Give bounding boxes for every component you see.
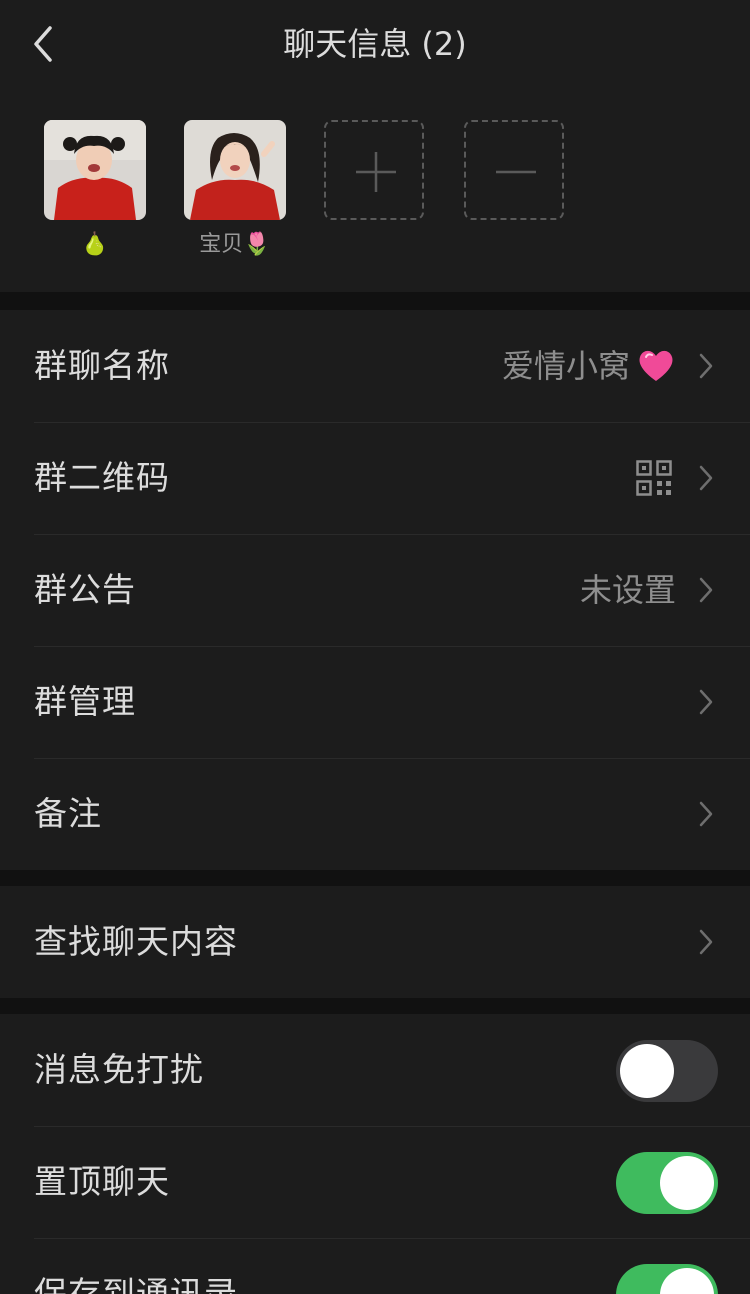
chevron-right-icon (699, 801, 713, 827)
toggle-settings-section: 消息免打扰 置顶聊天 保存到通讯录 (0, 1014, 750, 1294)
mute-row: 消息免打扰 (0, 1014, 750, 1126)
group-name-row[interactable]: 群聊名称 爱情小窝 (0, 310, 750, 422)
group-name-text: 爱情小窝 (501, 347, 630, 385)
pin-toggle[interactable] (616, 1152, 718, 1214)
member-item[interactable]: 宝贝🌷 (184, 120, 286, 260)
pink-heart-icon (639, 350, 673, 381)
toggle-knob (660, 1268, 714, 1294)
chevron-right-icon (699, 689, 713, 715)
group-manage-label: 群管理 (34, 682, 136, 721)
mute-toggle[interactable] (616, 1040, 718, 1102)
pin-row: 置顶聊天 (0, 1126, 750, 1238)
group-manage-row[interactable]: 群管理 (0, 646, 750, 758)
save-contacts-label: 保存到通讯录 (34, 1274, 238, 1294)
member-name: 宝贝🌷 (199, 232, 271, 257)
group-qrcode-label: 群二维码 (34, 458, 170, 497)
pin-label: 置顶聊天 (34, 1162, 170, 1201)
save-contacts-toggle[interactable] (616, 1264, 718, 1294)
avatar (44, 120, 146, 220)
chevron-right-icon (699, 577, 713, 603)
group-qrcode-row[interactable]: 群二维码 (0, 422, 750, 534)
minus-icon (496, 170, 536, 174)
toggle-knob (660, 1156, 714, 1210)
search-chat-row[interactable]: 查找聊天内容 (0, 886, 750, 998)
group-name-label: 群聊名称 (34, 346, 170, 385)
chevron-right-icon (699, 929, 713, 955)
navigation-bar: 聊天信息 (2) (0, 0, 750, 92)
group-notice-label: 群公告 (34, 570, 136, 609)
remark-label: 备注 (34, 794, 102, 833)
remark-row[interactable]: 备注 (0, 758, 750, 870)
member-grid: 🍐 宝贝🌷 (0, 92, 750, 292)
add-member-button[interactable] (324, 120, 424, 220)
qr-code-icon (636, 460, 672, 496)
chevron-right-icon (699, 353, 713, 379)
page-title: 聊天信息 (2) (283, 25, 467, 63)
member-name: 🍐 (81, 232, 109, 257)
group-notice-value: 未设置 (579, 571, 676, 609)
save-contacts-row: 保存到通讯录 (0, 1238, 750, 1294)
remove-member-button[interactable] (464, 120, 564, 220)
search-section: 查找聊天内容 (0, 886, 750, 998)
chevron-right-icon (699, 465, 713, 491)
toggle-knob (620, 1044, 674, 1098)
mute-label: 消息免打扰 (34, 1050, 204, 1089)
avatar (184, 120, 286, 220)
group-name-value: 爱情小窝 (502, 310, 676, 422)
plus-icon (356, 152, 396, 192)
group-notice-row[interactable]: 群公告 未设置 (0, 534, 750, 646)
group-settings-section: 群聊名称 爱情小窝 群二维码 群公告 未设置 群管理 备注 (0, 310, 750, 870)
search-chat-label: 查找聊天内容 (34, 922, 238, 961)
member-item[interactable]: 🍐 (44, 120, 146, 260)
